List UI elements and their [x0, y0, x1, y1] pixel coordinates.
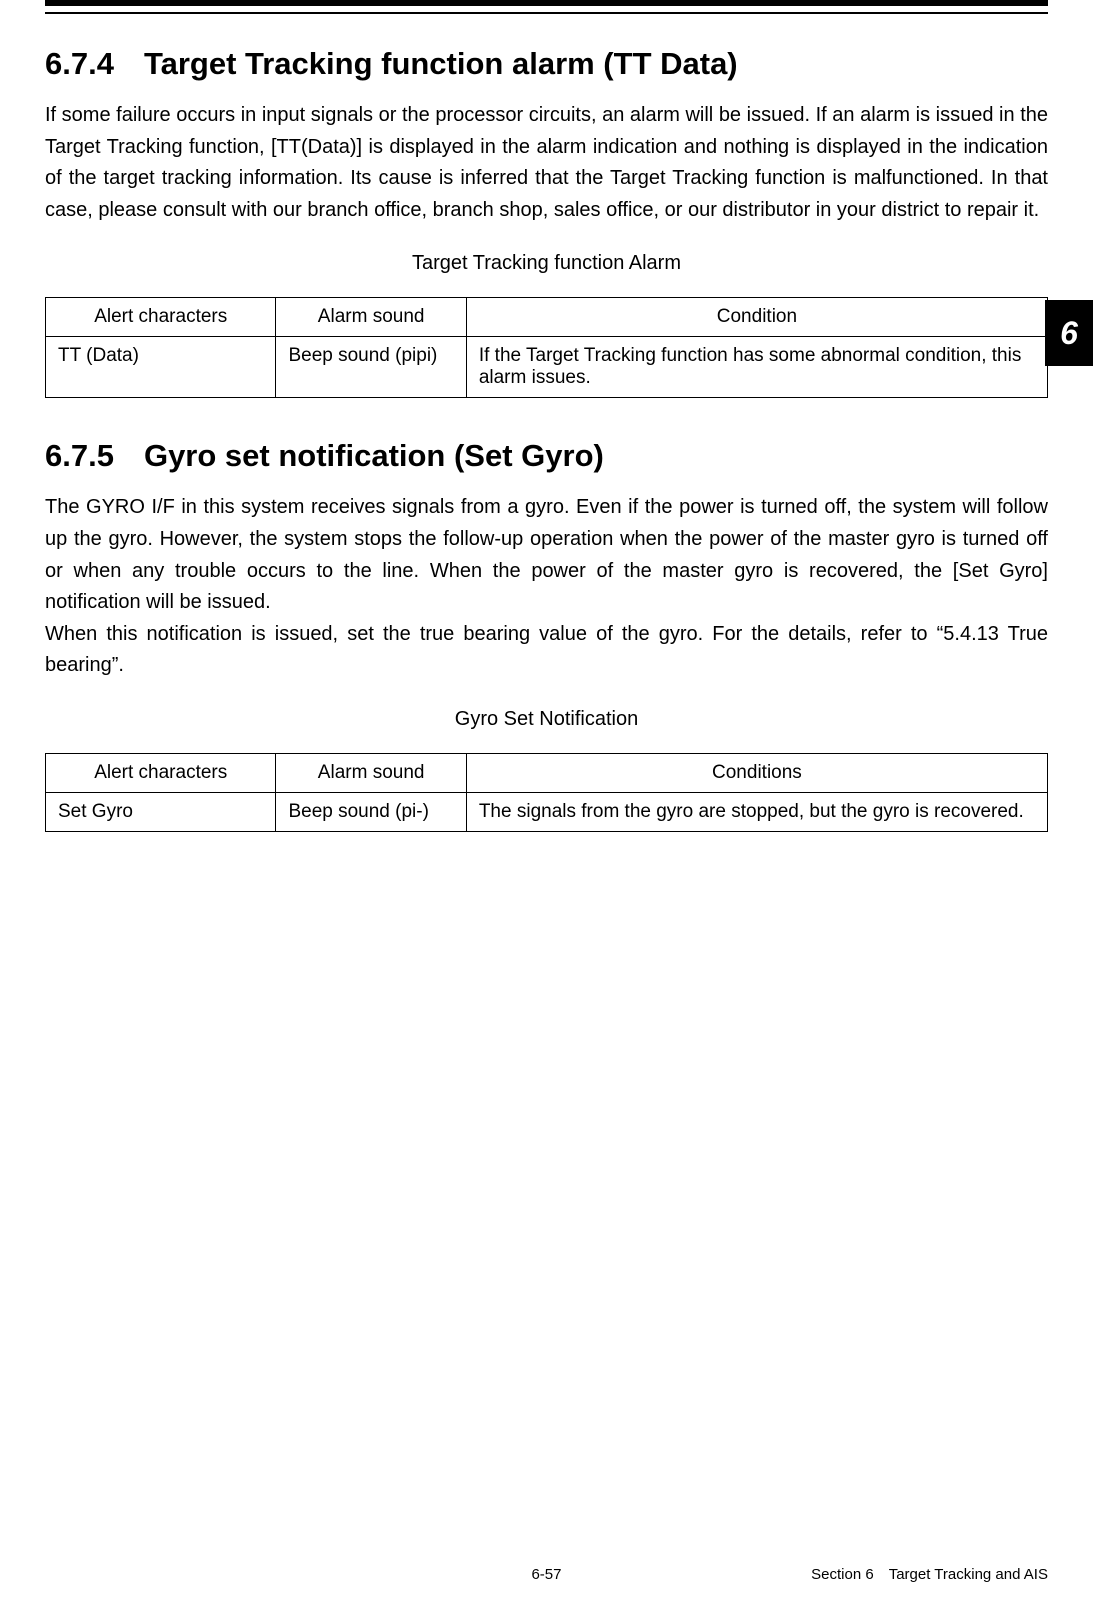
body-paragraph: If some failure occurs in input signals …	[45, 100, 1048, 226]
page-footer: 6-57 Section 6 Target Tracking and AIS	[45, 1566, 1048, 1583]
table-header-row: Alert characters Alarm sound Conditions	[46, 753, 1048, 792]
table-caption: Gyro Set Notification	[45, 708, 1048, 731]
cell-sound: Beep sound (pi-)	[276, 792, 466, 831]
cell-alert: Set Gyro	[46, 792, 276, 831]
cell-condition: The signals from the gyro are stopped, b…	[466, 792, 1047, 831]
table-tt-alarm: Alert characters Alarm sound Condition T…	[45, 297, 1048, 398]
col-header: Conditions	[466, 753, 1047, 792]
table-row: Set Gyro Beep sound (pi-) The signals fr…	[46, 792, 1048, 831]
top-rule	[45, 0, 1048, 14]
page: 6 6.7.4 Target Tracking function alarm (T…	[0, 0, 1093, 1615]
footer-section-name: Section 6 Target Tracking and AIS	[714, 1566, 1048, 1583]
table-header-row: Alert characters Alarm sound Condition	[46, 298, 1048, 337]
cell-condition: If the Target Tracking function has some…	[466, 337, 1047, 398]
col-header: Condition	[466, 298, 1047, 337]
body-paragraph: When this notification is issued, set th…	[45, 619, 1048, 682]
col-header: Alarm sound	[276, 298, 466, 337]
heading-title: Target Tracking function alarm (TT Data)	[144, 46, 738, 81]
cell-alert: TT (Data)	[46, 337, 276, 398]
col-header: Alarm sound	[276, 753, 466, 792]
col-header: Alert characters	[46, 753, 276, 792]
col-header: Alert characters	[46, 298, 276, 337]
heading-6-7-4: 6.7.4 Target Tracking function alarm (TT …	[45, 46, 1048, 82]
heading-title: Gyro set notification (Set Gyro)	[144, 438, 604, 473]
chapter-side-tab: 6	[1045, 300, 1093, 366]
cell-sound: Beep sound (pipi)	[276, 337, 466, 398]
table-caption: Target Tracking function Alarm	[45, 252, 1048, 275]
heading-6-7-5: 6.7.5 Gyro set notification (Set Gyro)	[45, 438, 1048, 474]
table-row: TT (Data) Beep sound (pipi) If the Targe…	[46, 337, 1048, 398]
footer-spacer	[45, 1566, 379, 1583]
heading-number: 6.7.5	[45, 438, 114, 474]
page-number: 6-57	[379, 1566, 713, 1583]
body-paragraph: The GYRO I/F in this system receives sig…	[45, 492, 1048, 618]
table-gyro-notification: Alert characters Alarm sound Conditions …	[45, 753, 1048, 832]
heading-number: 6.7.4	[45, 46, 114, 82]
